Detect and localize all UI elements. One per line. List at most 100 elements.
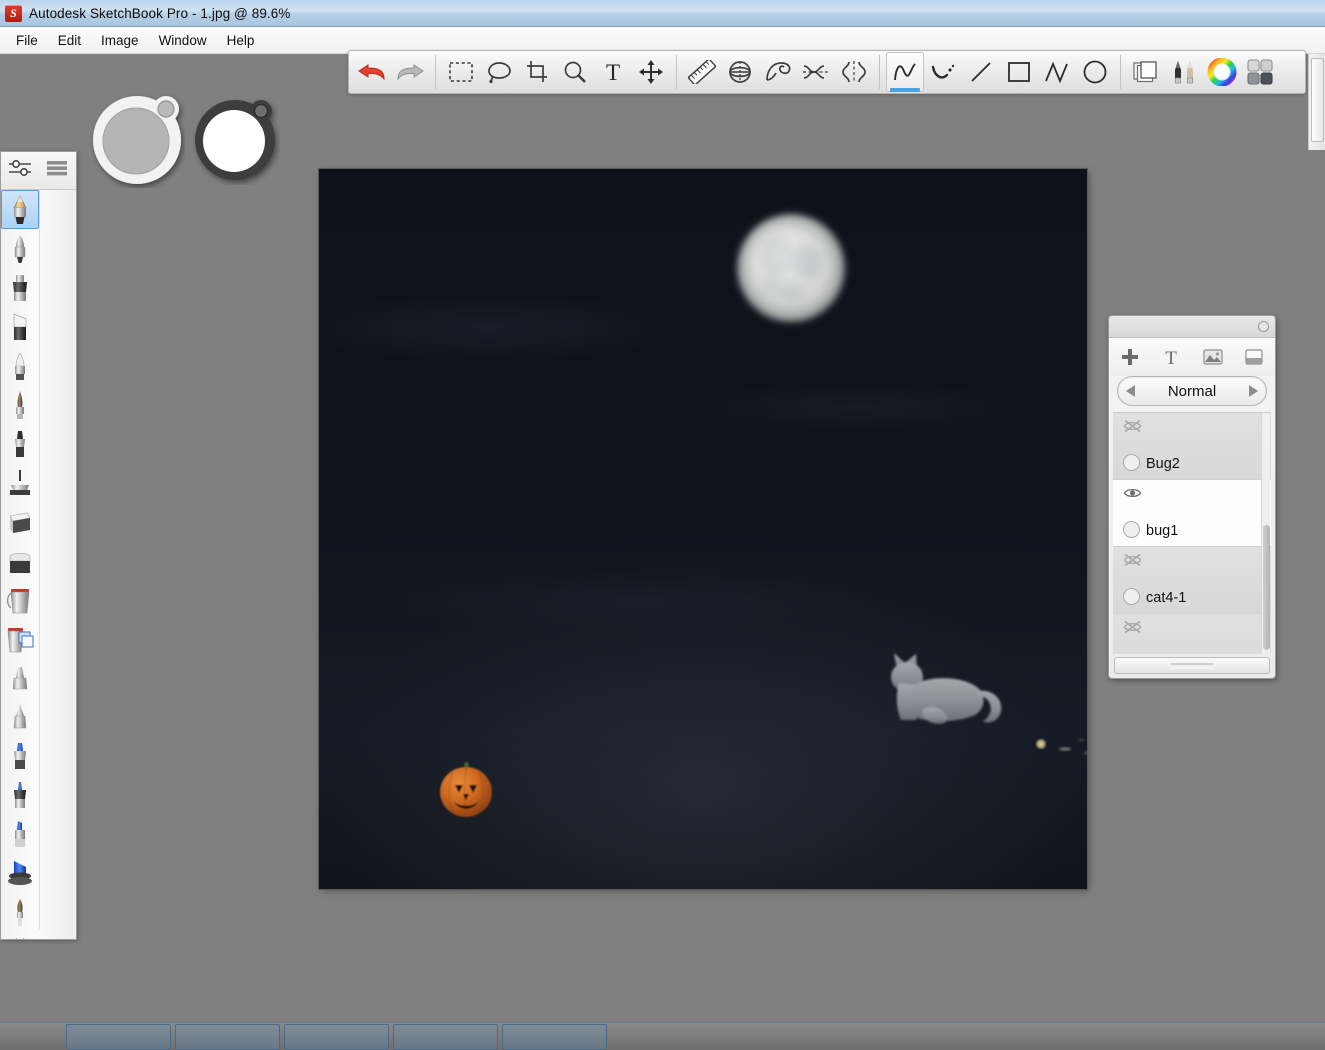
ellipse-shape-icon[interactable] (1076, 52, 1114, 92)
menu-item-window[interactable]: Window (149, 30, 217, 51)
brush-color-puck[interactable] (192, 97, 280, 190)
rectangle-select-icon[interactable] (442, 52, 480, 92)
brush-eraser-hard-icon[interactable] (1, 502, 39, 541)
brush-blue-chisel-icon[interactable] (1, 853, 39, 892)
brush-pushpin-brush-icon[interactable] (1, 463, 39, 502)
toolbar-separator (676, 55, 677, 89)
toolbar-group-history (349, 51, 433, 93)
brush-round-bristle-icon[interactable] (1, 892, 39, 931)
zoom-icon[interactable] (556, 52, 594, 92)
layer-thumbnail[interactable] (1123, 588, 1140, 605)
taskbar-button[interactable] (66, 1024, 171, 1050)
layer-thumbnail[interactable] (1123, 521, 1140, 538)
lasso-select-icon[interactable] (480, 52, 518, 92)
taskbar-button[interactable] (284, 1024, 389, 1050)
drawing-canvas[interactable] (319, 169, 1087, 889)
menu-item-help[interactable]: Help (217, 30, 265, 51)
ellipse-guide-icon[interactable] (721, 52, 759, 92)
taskbar (0, 1022, 1325, 1050)
brush-properties-icon[interactable] (7, 158, 33, 183)
crop-icon[interactable] (518, 52, 556, 92)
undo-icon[interactable] (353, 52, 391, 92)
add-image-layer-icon[interactable] (1198, 342, 1228, 372)
redo-icon[interactable] (391, 52, 429, 92)
toolbar-separator (435, 55, 436, 89)
menu-item-image[interactable]: Image (91, 30, 149, 51)
french-curve-icon[interactable] (759, 52, 797, 92)
brush-size-puck[interactable] (90, 93, 185, 193)
layer-thumbnail[interactable] (1123, 454, 1140, 471)
taskbar-button[interactable] (393, 1024, 498, 1050)
predictive-stroke-icon[interactable] (924, 52, 962, 92)
brush-list-icon[interactable] (44, 158, 70, 183)
cat (881, 647, 1011, 729)
brush-airbrush-icon[interactable] (1, 658, 39, 697)
eye-hidden-icon[interactable] (1123, 553, 1142, 572)
text-icon[interactable]: T (594, 52, 632, 92)
brush-paint-bucket-layer-icon[interactable] (1, 619, 39, 658)
brush-felt-pen-icon[interactable] (1, 346, 39, 385)
layer-row[interactable]: bug1 (1113, 480, 1271, 547)
main-toolbar: T (348, 50, 1306, 94)
ruler-icon[interactable] (683, 52, 721, 92)
rectangle-shape-icon[interactable] (1000, 52, 1038, 92)
pumpkin (435, 759, 497, 821)
brush-blue-marker-icon[interactable] (1, 736, 39, 775)
toolbar-group-palettes (1123, 51, 1283, 93)
layer-panel-titlebar[interactable] (1109, 316, 1275, 338)
freeform-stroke-icon[interactable] (886, 52, 924, 92)
brush-ink-nib-icon[interactable] (1, 385, 39, 424)
move-icon[interactable] (632, 52, 670, 92)
svg-text:T: T (606, 60, 620, 84)
brush-pencil-brush-icon[interactable] (1, 190, 39, 229)
brush-ballpoint-brush-icon[interactable] (1, 229, 39, 268)
layer-properties-icon[interactable] (1239, 342, 1269, 372)
scrollbar-thumb[interactable] (1263, 525, 1270, 650)
panel-collapse-icon[interactable] (1258, 321, 1269, 332)
scrollbar-thumb[interactable] (1311, 58, 1324, 142)
window-vertical-scrollbar[interactable] (1308, 54, 1325, 150)
layer-list-scrollbar[interactable] (1261, 413, 1270, 654)
sketchbook-app-icon (5, 5, 22, 22)
layer-row[interactable]: cat4 (1113, 614, 1271, 654)
layer-list[interactable]: Bug2 bug1cat4-1cat4 (1113, 412, 1271, 654)
brush-blue-marker-fine-icon[interactable] (1, 775, 39, 814)
toolbar-separator (1120, 55, 1121, 89)
brush-blue-highlighter-icon[interactable] (1, 814, 39, 853)
menu-item-file[interactable]: File (6, 30, 48, 51)
eye-hidden-icon[interactable] (1123, 419, 1142, 438)
line-icon[interactable] (962, 52, 1000, 92)
symmetry-x-icon[interactable] (797, 52, 835, 92)
brush-soft-marker-icon[interactable] (1, 424, 39, 463)
eye-visible-icon[interactable] (1123, 486, 1142, 505)
polyline-icon[interactable] (1038, 52, 1076, 92)
menu-item-edit[interactable]: Edit (48, 30, 91, 51)
brush-column-divider (39, 190, 40, 929)
taskbar-button[interactable] (175, 1024, 280, 1050)
brush-eraser-soft-icon[interactable] (1, 541, 39, 580)
brush-chisel-marker-icon[interactable] (1, 307, 39, 346)
chevron-right-icon[interactable] (1249, 385, 1258, 397)
color-wheel-icon[interactable] (1203, 52, 1241, 92)
layers-icon[interactable] (1127, 52, 1165, 92)
taskbar-button[interactable] (502, 1024, 607, 1050)
layer-row[interactable]: Bug2 (1113, 413, 1271, 480)
brush-paint-bucket-icon[interactable] (1, 580, 39, 619)
blend-mode-selector[interactable]: Normal (1117, 376, 1267, 406)
svg-text:T: T (1165, 348, 1177, 368)
layer-name: Bug2 (1146, 456, 1180, 472)
add-layer-icon[interactable] (1115, 342, 1145, 372)
eye-hidden-icon[interactable] (1123, 620, 1142, 639)
layer-panel-resize-grip[interactable] (1114, 657, 1270, 674)
add-text-layer-icon[interactable]: T (1156, 342, 1186, 372)
layer-action-buttons: T (1109, 338, 1275, 376)
brush-airbrush-fine-icon[interactable] (1, 697, 39, 736)
chevron-left-icon[interactable] (1126, 385, 1135, 397)
brush-grid: 123412 (1, 190, 76, 940)
tool-grid-icon[interactable] (1241, 52, 1279, 92)
brush-marker-brush-icon[interactable] (1, 268, 39, 307)
brush-palette-icon[interactable] (1165, 52, 1203, 92)
brush-flat-bristle-icon[interactable] (1, 931, 39, 940)
layer-row[interactable]: cat4-1 (1113, 547, 1271, 614)
symmetry-y-icon[interactable] (835, 52, 873, 92)
